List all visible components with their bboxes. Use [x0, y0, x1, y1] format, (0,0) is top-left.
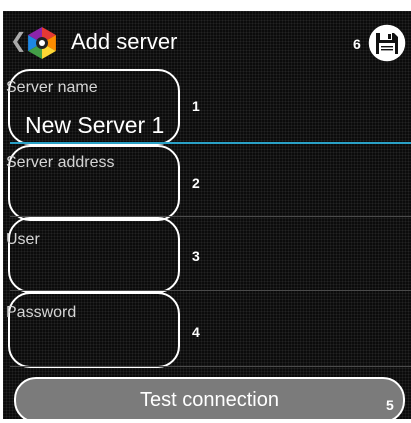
- page-title: Add server: [71, 29, 178, 54]
- callout-number-1: 1: [192, 98, 200, 114]
- server-name-field[interactable]: New Server 1: [25, 112, 164, 139]
- password-label: Password: [6, 304, 77, 321]
- callout-number-2: 2: [192, 175, 200, 191]
- callout-outline-user: [8, 217, 180, 293]
- callout-number-6: 6: [353, 36, 361, 52]
- test-connection-button[interactable]: Test connection: [14, 377, 405, 423]
- screenshot-top-margin: [0, 0, 411, 11]
- server-name-label: Server name: [6, 79, 98, 96]
- test-connection-label: Test connection: [140, 388, 279, 411]
- server-name-underline: [10, 142, 411, 144]
- screenshot-bottom-margin: [0, 419, 411, 423]
- server-address-label: Server address: [6, 154, 115, 171]
- user-underline: [10, 290, 411, 291]
- app-logo-icon[interactable]: [24, 25, 60, 61]
- callout-number-4: 4: [192, 324, 200, 340]
- callout-number-3: 3: [192, 248, 200, 264]
- action-bar: [3, 11, 408, 73]
- floppy-disk-icon[interactable]: [368, 23, 406, 63]
- callout-number-5: 5: [386, 397, 394, 413]
- user-label: User: [6, 231, 40, 248]
- password-underline: [10, 366, 411, 367]
